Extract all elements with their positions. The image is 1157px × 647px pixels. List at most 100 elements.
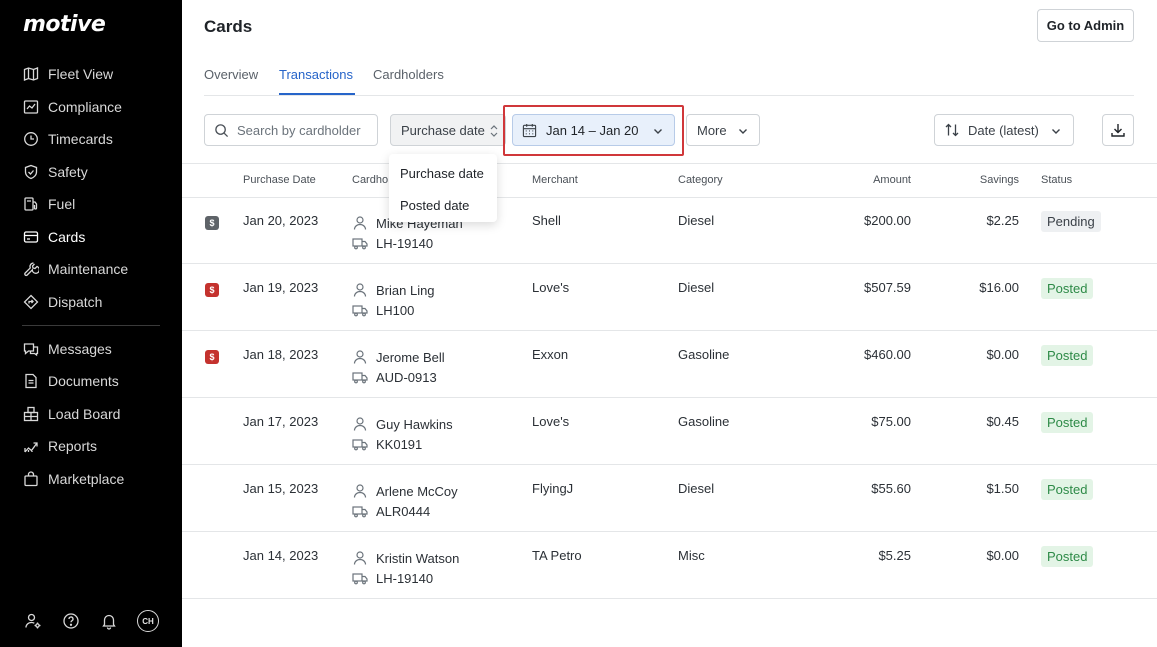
sidebar-item-fuel[interactable]: Fuel [22,192,75,216]
sidebar-item-label: Marketplace [48,471,125,487]
purchase-date-cell: Jan 20, 2023 [243,213,319,228]
status-badge: Posted [1041,479,1094,500]
table-row[interactable]: $ Jan 19, 2023 Brian Ling LH100 Love's Diesel… [182,264,1157,331]
help-icon[interactable] [61,611,81,631]
go-to-admin-button[interactable]: Go to Admin [1037,9,1134,42]
amount-cell: $75.00 [871,414,911,429]
sidebar-item-dispatch[interactable]: Dispatch [22,290,102,314]
purchase-date-cell: Jan 18, 2023 [243,347,319,362]
amount-cell: $200.00 [864,213,911,228]
table-row[interactable]: $ Jan 18, 2023 Jerome Bell AUD-0913 Exxon Gas… [182,331,1157,398]
sidebar-item-label: Safety [48,164,88,180]
savings-cell: $0.00 [986,347,1019,362]
search-box[interactable] [204,114,378,146]
sort-arrows-icon [489,124,499,138]
compliance-icon [22,99,39,116]
date-range-picker[interactable]: Jan 14 – Jan 20 [512,114,675,146]
category-cell: Gasoline [678,414,730,429]
sidebar-item-fleet-view[interactable]: Fleet View [22,62,113,86]
map-icon [22,66,39,83]
table-row[interactable]: Jan 17, 2023 Guy Hawkins KK0191 Love's Gasol… [182,398,1157,465]
shield-icon [22,164,39,181]
vehicle-id[interactable]: ALR0444 [376,504,430,519]
cardholder-name[interactable]: Jerome Bell [376,350,445,365]
cardholder-cell: Arlene McCoy ALR0444 [352,481,458,521]
sidebar-item-load-board[interactable]: Load Board [22,402,120,426]
column-header-purchase-date[interactable]: Purchase Date [243,174,316,186]
column-header-status[interactable]: Status [1041,174,1072,186]
vehicle-id[interactable]: KK0191 [376,437,422,452]
reports-icon [22,438,39,455]
cardholder-name[interactable]: Arlene McCoy [376,484,458,499]
cardholder-cell: Kristin Watson LH-19140 [352,548,459,588]
sort-select[interactable]: Date (latest) [934,114,1074,146]
sidebar-item-messages[interactable]: Messages [22,337,112,361]
amount-cell: $507.59 [864,280,911,295]
user-settings-icon[interactable] [23,611,43,631]
column-header-cardholder[interactable]: Cardho [352,174,388,186]
dropdown-option-purchase-date[interactable]: Purchase date [389,157,497,189]
tab-overview[interactable]: Overview [204,67,258,82]
sidebar-item-maintenance[interactable]: Maintenance [22,257,128,281]
download-button[interactable] [1102,114,1134,146]
load-board-icon [22,406,39,423]
sidebar-item-cards[interactable]: Cards [22,225,85,249]
merchant-cell: TA Petro [532,548,582,563]
cardholder-name[interactable]: Brian Ling [376,283,435,298]
vehicle-id[interactable]: LH-19140 [376,571,433,586]
column-header-merchant[interactable]: Merchant [532,174,578,186]
bell-icon[interactable] [99,611,119,631]
date-range-value: Jan 14 – Jan 20 [546,122,639,138]
marketplace-icon [22,471,39,488]
search-icon [214,123,229,138]
column-header-savings[interactable]: Savings [919,174,1019,186]
table-row[interactable]: Jan 14, 2023 Kristin Watson LH-19140 TA Pet… [182,532,1157,599]
sidebar-item-timecards[interactable]: Timecards [22,127,113,151]
sidebar-item-marketplace[interactable]: Marketplace [22,467,124,491]
card-status-badge: $ [205,283,219,297]
vehicle-id[interactable]: LH100 [376,303,414,318]
card-status-badge: $ [205,216,219,230]
dropdown-option-posted-date[interactable]: Posted date [389,189,497,221]
sidebar-item-documents[interactable]: Documents [22,369,119,393]
sidebar-item-label: Dispatch [48,294,103,310]
column-header-amount[interactable]: Amount [811,174,911,186]
cardholder-name[interactable]: Guy Hawkins [376,417,453,432]
sidebar-item-label: Compliance [48,99,122,115]
date-type-value: Purchase date [401,122,485,138]
dispatch-icon [22,294,39,311]
active-tab-indicator [279,93,355,95]
tab-cardholders[interactable]: Cardholders [373,67,444,82]
column-header-category[interactable]: Category [678,174,723,186]
truck-icon [352,302,368,318]
chevron-down-icon [1050,125,1062,137]
truck-icon [352,235,368,251]
tab-transactions[interactable]: Transactions [279,67,353,82]
document-icon [22,373,39,390]
wrench-icon [22,261,39,278]
sidebar-item-label: Fuel [48,196,76,212]
table-row[interactable]: $ Jan 20, 2023 Mike Hayeman LH-19140 Shell Di… [182,197,1157,264]
sidebar-item-safety[interactable]: Safety [22,160,88,184]
sidebar-item-label: Load Board [48,406,121,422]
sidebar-item-reports[interactable]: Reports [22,434,97,458]
table-row[interactable]: Jan 15, 2023 Arlene McCoy ALR0444 FlyingJ Di… [182,465,1157,532]
sidebar: motive Fleet View Compliance Timecards S… [0,0,182,647]
cardholder-cell: Guy Hawkins KK0191 [352,414,453,454]
chevron-down-icon [737,125,749,137]
motive-logo[interactable]: motive [23,12,106,37]
vehicle-id[interactable]: AUD-0913 [376,370,437,385]
avatar[interactable]: CH [137,610,159,632]
category-cell: Misc [678,548,705,563]
sidebar-item-compliance[interactable]: Compliance [22,95,122,119]
sidebar-footer: CH [23,610,159,632]
sidebar-item-label: Cards [48,229,86,245]
more-filters-button[interactable]: More [686,114,760,146]
date-type-select[interactable]: Purchase date [390,114,506,146]
savings-cell: $2.25 [986,213,1019,228]
vehicle-id[interactable]: LH-19140 [376,236,433,251]
cardholder-name[interactable]: Kristin Watson [376,551,459,566]
purchase-date-cell: Jan 19, 2023 [243,280,319,295]
search-input[interactable] [237,122,375,138]
purchase-date-cell: Jan 17, 2023 [243,414,319,429]
